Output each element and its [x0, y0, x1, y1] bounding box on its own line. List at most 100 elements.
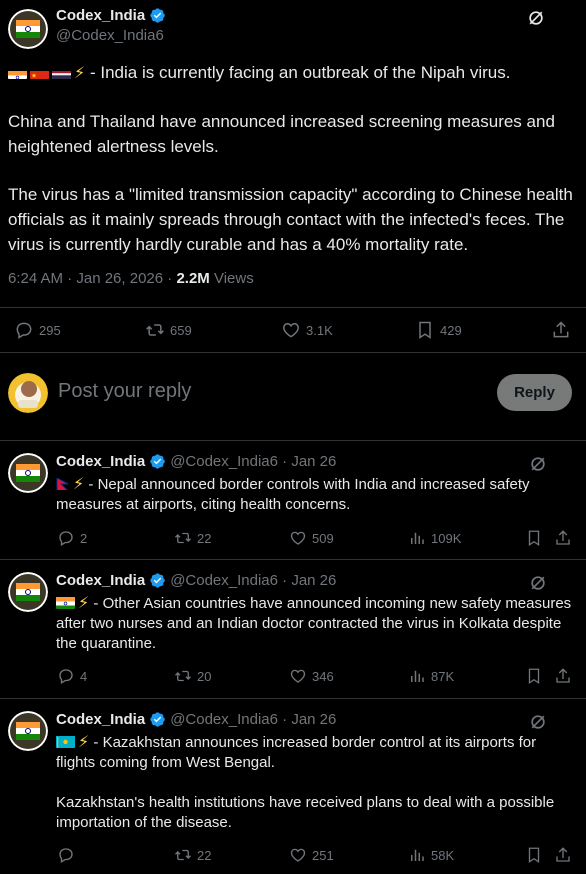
grok-icon[interactable] — [528, 454, 548, 474]
views-count: 2.2M — [176, 270, 210, 287]
tweet-text: ⚡ - Nepal announced border controls with… — [56, 475, 576, 515]
like-count: 3.1K — [306, 322, 333, 338]
reply-button[interactable]: Reply — [497, 374, 572, 411]
bookmark-action[interactable]: 429 — [415, 320, 462, 340]
views-icon — [411, 849, 424, 861]
share-action[interactable] — [551, 320, 571, 340]
like-count: 251 — [312, 847, 334, 863]
heart-icon — [290, 531, 306, 545]
bookmark-action[interactable] — [525, 846, 543, 864]
user-avatar[interactable] — [8, 373, 48, 413]
views-action[interactable]: 87K — [408, 667, 454, 685]
views-count: 87K — [431, 668, 455, 684]
like-count: 346 — [312, 668, 334, 684]
reply-action[interactable]: 295 — [14, 320, 61, 340]
bookmark-icon — [419, 321, 431, 339]
reply-composer: Post your reply Reply — [0, 361, 586, 441]
repost-action[interactable]: 22 — [174, 529, 211, 547]
like-count: 509 — [312, 530, 334, 546]
bookmark-action[interactable] — [525, 667, 543, 685]
views-icon — [411, 532, 424, 544]
tweet-text: ⚡ - India is currently facing an outbrea… — [8, 60, 578, 280]
reply-tweet[interactable]: Codex_India @Codex_India6 · Jan 26 ⚡ - K… — [0, 699, 586, 874]
views-count: 58K — [431, 847, 455, 863]
tweet-paragraph: - India is currently facing an outbreak … — [89, 63, 511, 82]
share-action[interactable] — [554, 846, 572, 864]
repost-count: 22 — [197, 530, 212, 546]
grok-icon[interactable] — [526, 8, 546, 28]
heart-icon — [290, 669, 306, 683]
like-action[interactable]: 251 — [289, 846, 334, 864]
lightning-icon: ⚡ — [78, 595, 90, 612]
handle-date[interactable]: @Codex_India6 · Jan 26 — [170, 453, 336, 470]
avatar[interactable] — [8, 572, 48, 612]
author-handle[interactable]: @Codex_India6 — [56, 27, 164, 44]
share-icon — [556, 668, 570, 683]
tweet-actions: 295 659 3.1K 429 — [0, 307, 586, 353]
share-icon — [556, 847, 570, 862]
reply-input[interactable]: Post your reply — [58, 380, 191, 403]
tweet-actions: 2 22 509 109K — [0, 528, 586, 552]
main-tweet: Codex_India @Codex_India6 ⚡ - India is c… — [0, 0, 586, 361]
avatar[interactable] — [8, 9, 48, 49]
share-icon — [556, 530, 570, 545]
repost-count: 659 — [170, 322, 192, 338]
verified-badge-icon — [150, 8, 165, 23]
author-name[interactable]: Codex_India — [56, 453, 145, 470]
reply-action[interactable]: 4 — [57, 667, 87, 685]
india-flag-icon — [56, 596, 75, 609]
tweet-body: Kazakhstan's health institutions have re… — [56, 794, 555, 831]
reply-count: 4 — [80, 668, 88, 684]
reply-tweet[interactable]: Codex_India @Codex_India6 · Jan 26 ⚡ - N… — [0, 441, 586, 560]
repost-icon — [175, 532, 191, 544]
views-action[interactable]: 58K — [408, 846, 454, 864]
heart-icon — [290, 848, 306, 862]
reply-icon — [59, 669, 73, 684]
repost-action[interactable]: 20 — [174, 667, 211, 685]
author-name[interactable]: Codex_India — [56, 572, 145, 589]
verified-badge-icon — [150, 573, 165, 588]
grok-icon[interactable] — [528, 573, 548, 593]
tweet-paragraph: The virus has a "limited transmission ca… — [8, 185, 573, 254]
repost-count: 22 — [197, 847, 212, 863]
tweet-actions: 4 20 346 87K — [0, 666, 586, 690]
share-action[interactable] — [554, 667, 572, 685]
lightning-icon: ⚡ — [74, 65, 86, 82]
reply-icon — [59, 531, 73, 546]
tweet-body: - Kazakhstan announces increased border … — [56, 734, 537, 771]
repost-action[interactable]: 659 — [145, 320, 192, 340]
repost-action[interactable]: 22 — [174, 846, 211, 864]
share-action[interactable] — [554, 529, 572, 547]
nepal-flag-icon — [56, 477, 70, 490]
avatar[interactable] — [8, 453, 48, 493]
reply-action[interactable]: 2 — [57, 529, 87, 547]
like-action[interactable]: 3.1K — [281, 320, 333, 340]
tweet-text: ⚡ - Kazakhstan announces increased borde… — [56, 733, 576, 833]
handle-date[interactable]: @Codex_India6 · Jan 26 — [170, 711, 336, 728]
repost-icon — [175, 670, 191, 682]
repost-icon — [146, 324, 164, 336]
handle-date[interactable]: @Codex_India6 · Jan 26 — [170, 572, 336, 589]
views-icon — [411, 670, 424, 682]
reply-count: 2 — [80, 530, 88, 546]
india-flag-icon — [8, 66, 27, 79]
repost-count: 20 — [197, 668, 212, 684]
timestamp[interactable]: 6:24 AM · Jan 26, 2026 · — [8, 270, 176, 287]
views-action[interactable]: 109K — [408, 529, 461, 547]
tweet-meta: 6:24 AM · Jan 26, 2026 · 2.2M Views — [8, 270, 254, 287]
tweet-actions: 22 251 58K — [0, 845, 586, 869]
author-name[interactable]: Codex_India — [56, 7, 145, 24]
tweet-body: - Nepal announced border controls with I… — [56, 476, 530, 513]
lightning-icon: ⚡ — [78, 734, 90, 751]
reply-action[interactable] — [57, 846, 80, 864]
kazakhstan-flag-icon — [56, 735, 75, 748]
grok-icon[interactable] — [528, 712, 548, 732]
like-action[interactable]: 509 — [289, 529, 334, 547]
reply-tweet[interactable]: Codex_India @Codex_India6 · Jan 26 ⚡ - O… — [0, 560, 586, 699]
verified-badge-icon — [150, 712, 165, 727]
author-name[interactable]: Codex_India — [56, 711, 145, 728]
avatar[interactable] — [8, 711, 48, 751]
bookmark-action[interactable] — [525, 529, 543, 547]
like-action[interactable]: 346 — [289, 667, 334, 685]
bookmark-icon — [528, 530, 540, 547]
